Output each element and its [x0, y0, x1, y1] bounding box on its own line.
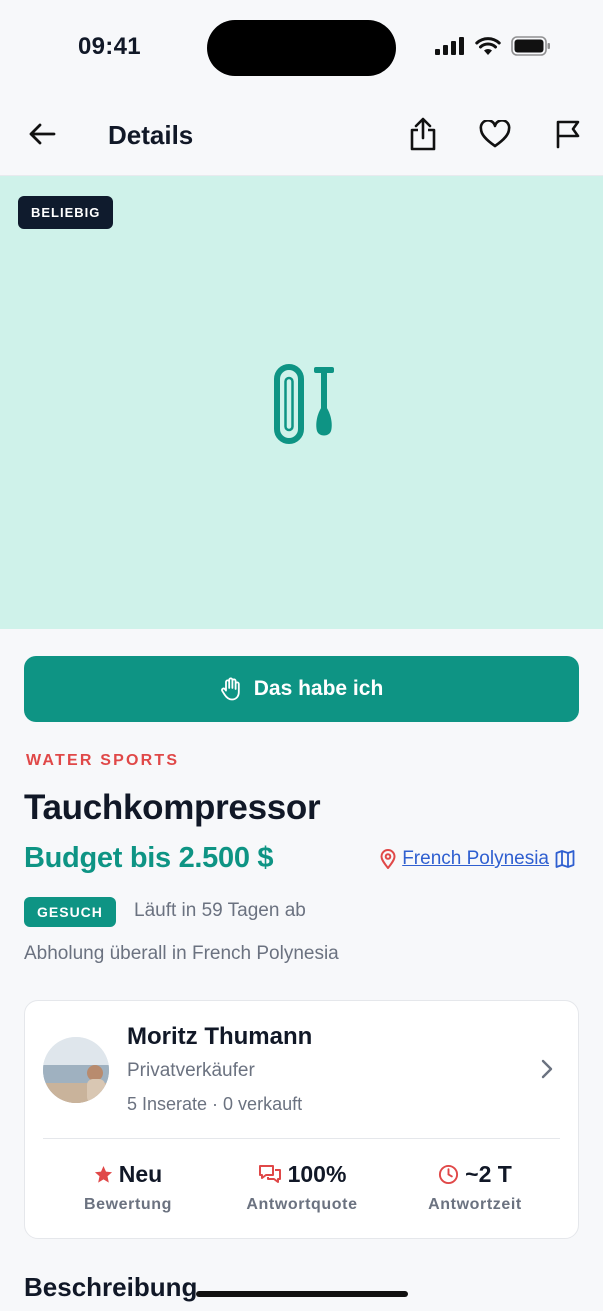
hand-icon	[220, 677, 240, 701]
seller-name: Moritz Thumann	[127, 1023, 313, 1050]
clock-icon	[439, 1164, 459, 1185]
i-have-this-button[interactable]: Das habe ich	[24, 656, 579, 722]
share-button[interactable]	[405, 116, 441, 152]
report-button[interactable]	[550, 116, 586, 152]
cta-label: Das habe ich	[253, 677, 384, 700]
location: French Polynesia	[380, 848, 575, 870]
wifi-icon	[475, 36, 501, 55]
rating-stat: Neu Bewertung	[43, 1161, 213, 1214]
response-time-label: Antwortzeit	[428, 1196, 522, 1213]
arrow-left-icon	[29, 123, 56, 145]
back-button[interactable]	[26, 118, 58, 150]
home-indicator[interactable]	[196, 1291, 408, 1297]
star-icon	[94, 1165, 112, 1183]
page-title: Details	[108, 120, 194, 150]
status-bar: 09:41	[0, 0, 603, 96]
expiry-text: Läuft in 59 Tagen ab	[134, 900, 306, 921]
location-pin-icon	[380, 849, 396, 869]
listing-image: BELIEBIG	[0, 176, 603, 629]
favorite-button[interactable]	[477, 116, 513, 152]
chevron-right-icon	[541, 1059, 553, 1079]
avatar	[43, 1037, 109, 1103]
share-icon	[410, 117, 436, 151]
response-rate-value: 100%	[287, 1161, 347, 1187]
card-divider	[43, 1138, 560, 1139]
budget-text: Budget bis 2.500 $	[24, 842, 274, 874]
navigation-bar: Details	[0, 96, 603, 176]
flag-icon	[556, 120, 580, 149]
location-link[interactable]: French Polynesia	[402, 848, 549, 870]
status-icons	[435, 36, 551, 56]
response-time-stat: ~2 T Antwortzeit	[390, 1161, 560, 1214]
description-heading: Beschreibung	[24, 1272, 198, 1302]
response-rate-label: Antwortquote	[246, 1196, 358, 1213]
pickup-text: Abholung überall in French Polynesia	[24, 943, 339, 964]
response-time-value: ~2 T	[465, 1161, 512, 1187]
paddle-board-icon	[274, 364, 334, 444]
dynamic-island	[207, 20, 396, 76]
seller-card[interactable]: Moritz Thumann Privatverkäufer 5 Inserat…	[24, 1000, 579, 1239]
listing-title: Tauchkompressor	[24, 788, 321, 827]
chat-icon	[258, 1164, 281, 1183]
avatar-photo	[43, 1037, 109, 1103]
response-rate-stat: 100% Antwortquote	[217, 1161, 387, 1214]
seller-listings-count: 5 Inserate · 0 verkauft	[127, 1094, 303, 1114]
category-label: WATER SPORTS	[26, 752, 180, 769]
rating-label: Bewertung	[83, 1196, 173, 1213]
condition-badge: BELIEBIG	[18, 196, 114, 229]
cellular-signal-icon	[435, 37, 464, 55]
rating-value: Neu	[118, 1161, 163, 1187]
map-icon[interactable]	[555, 849, 575, 869]
heart-icon	[479, 120, 511, 148]
status-time: 09:41	[78, 33, 141, 60]
request-badge: GESUCH	[24, 897, 116, 927]
seller-type: Privatverkäufer	[127, 1060, 255, 1081]
battery-icon	[511, 36, 550, 56]
